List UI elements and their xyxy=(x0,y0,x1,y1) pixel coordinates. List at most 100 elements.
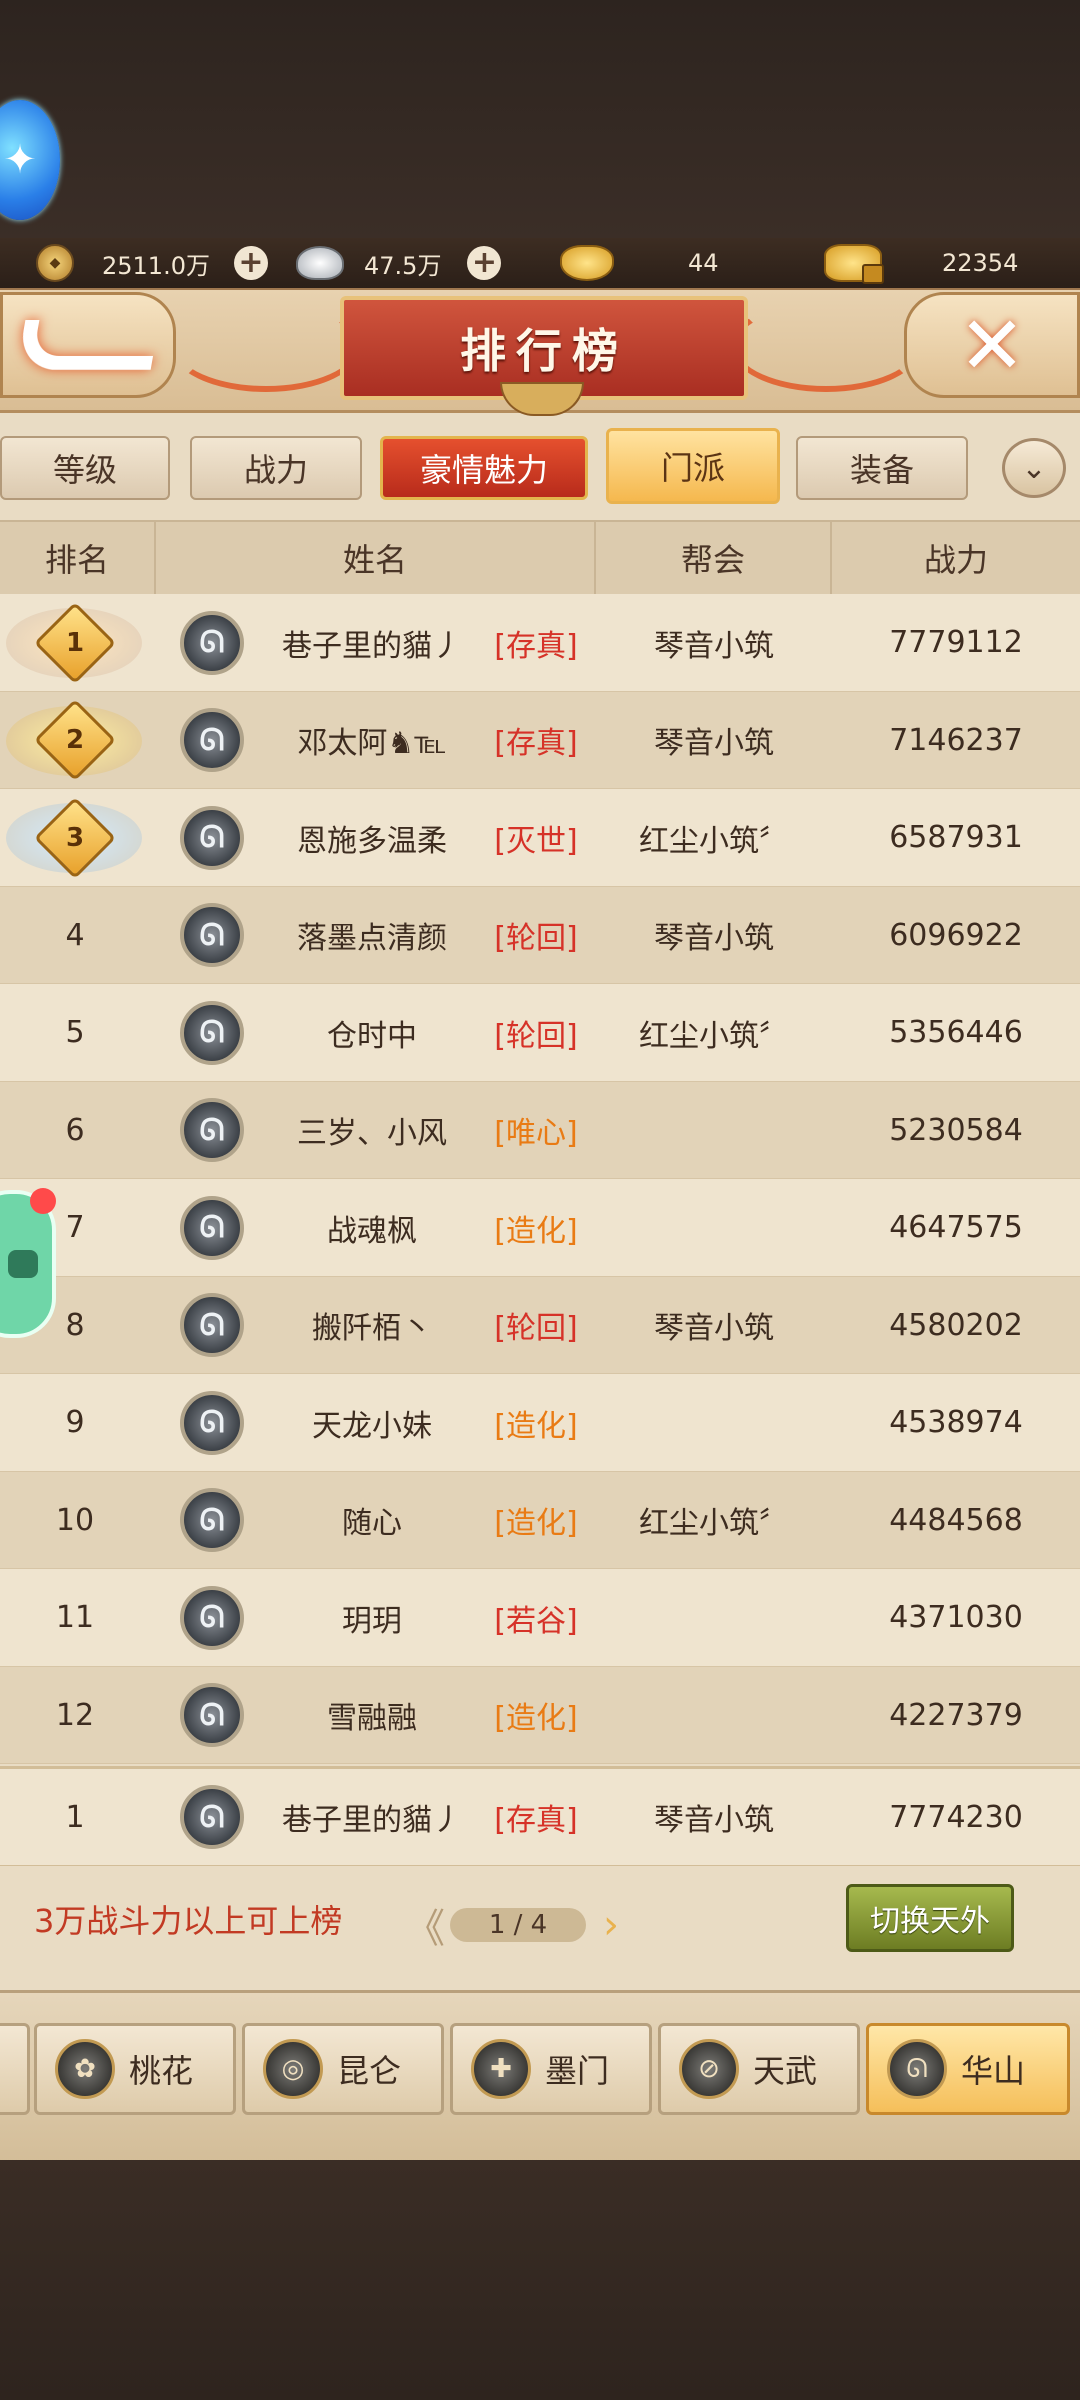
table-row[interactable]: 10 ᘏ 随心 [造化] 红尘小筑〞 4484568 xyxy=(0,1471,1080,1569)
copper-amount: 2511.0万 xyxy=(102,251,210,280)
guild-name: 红尘小筑〞 xyxy=(639,823,789,859)
sect-label: 昆仑 xyxy=(337,2052,402,2090)
guild-name xyxy=(600,1179,828,1276)
rank-number: 6 xyxy=(65,1112,85,1148)
rank-badge-icon: 2 xyxy=(33,698,117,782)
tab-power[interactable]: 战力 xyxy=(190,436,362,500)
avatar-cell: ᘏ xyxy=(176,789,248,886)
rank-number: 12 xyxy=(55,1697,95,1733)
faction-tag: [造化] xyxy=(494,1506,578,1541)
next-page-button[interactable]: › xyxy=(586,1902,636,1948)
bound-gold-amount: 22354 xyxy=(942,249,1019,277)
prev-page-button[interactable]: 《 xyxy=(400,1896,450,1954)
table-row[interactable]: 5 ᘏ 仓时中 [轮回] 红尘小筑〞 5356446 xyxy=(0,984,1080,1082)
tab-charm[interactable]: 豪情魅力 xyxy=(380,436,588,500)
add-silver-button[interactable]: + xyxy=(467,246,502,280)
player-name: 随心 xyxy=(342,1506,402,1541)
decorative-swirl xyxy=(170,300,362,392)
back-button[interactable] xyxy=(0,292,176,398)
my-rank-row[interactable]: 1 ᘏ 巷子里的貓丿 [存真] 琴音小筑 7774230 xyxy=(0,1766,1080,1867)
table-row[interactable]: 8 ᘏ 搬阡栢丶 [轮回] 琴音小筑 4580202 xyxy=(0,1276,1080,1374)
faction-tag: [轮回] xyxy=(494,1018,578,1054)
sect-label: 桃花 xyxy=(129,2052,194,2090)
faction-tag: [造化] xyxy=(494,1701,578,1736)
tab-equipment[interactable]: 装备 xyxy=(796,436,968,500)
power-value: 6096922 xyxy=(889,917,1023,953)
table-row[interactable]: 4 ᘏ 落墨点清颜 [轮回] 琴音小筑 6096922 xyxy=(0,886,1080,984)
copper-coin-icon: ◆ xyxy=(36,244,74,282)
rank-number: 1 xyxy=(65,1799,85,1835)
guild-name xyxy=(600,1374,828,1471)
guild-name xyxy=(600,1082,828,1179)
table-row[interactable]: 6 ᘏ 三岁、小风 [唯心] 5230584 xyxy=(0,1081,1080,1179)
rank-number: 9 xyxy=(65,1405,85,1440)
table-row[interactable]: 3 ᘏ 恩施多温柔 [灭世] 红尘小筑〞 6587931 xyxy=(0,789,1080,887)
table-row[interactable]: 12 ᘏ 雪融融 [造化] 4227379 xyxy=(0,1666,1080,1764)
close-button[interactable]: ✕ xyxy=(904,292,1080,398)
notification-dot xyxy=(30,1188,56,1214)
sect-label: 天武 xyxy=(753,2052,818,2090)
sect-label: 华山 xyxy=(961,2052,1026,2090)
rank-number: 1 xyxy=(65,627,85,658)
sect-item-momen[interactable]: ✚ 墨门 xyxy=(450,2023,652,2115)
table-row[interactable]: 7 ᘏ 战魂枫 [造化] 4647575 xyxy=(0,1179,1080,1277)
silver-amount: 47.5万 xyxy=(364,251,442,280)
rank-number: 2 xyxy=(65,725,85,755)
power-value: 7779112 xyxy=(889,625,1023,660)
guild-name xyxy=(600,1569,828,1666)
power-value: 5356446 xyxy=(889,1015,1023,1050)
avatar-cell: ᘏ xyxy=(176,1769,248,1865)
faction-tag: [造化] xyxy=(494,1408,578,1444)
sect-item-tianwu[interactable]: ⊘ 天武 xyxy=(658,2023,860,2115)
player-name: 巷子里的貓丿 xyxy=(282,628,462,664)
player-name: 仓时中 xyxy=(327,1018,417,1054)
guild-name: 琴音小筑 xyxy=(654,1311,774,1346)
silver-ingot-icon xyxy=(296,246,344,280)
faction-tag: [存真] xyxy=(494,1803,578,1838)
table-row[interactable]: 2 ᘏ 邓太阿♞℡ [存真] 琴音小筑 7146237 xyxy=(0,691,1080,789)
player-name: 邓太阿♞℡ xyxy=(297,726,447,761)
ranking-tabs: 等级 战力 豪情魅力 门派 装备 ⌄ xyxy=(0,428,1080,505)
huashan-avatar-icon: ᘏ xyxy=(180,805,244,870)
avatar-cell: ᘏ xyxy=(176,1277,248,1374)
more-tabs-button[interactable]: ⌄ xyxy=(1002,438,1066,498)
huashan-avatar-icon: ᘏ xyxy=(180,1195,244,1260)
copper-display: ◆ 2511.0万 + xyxy=(36,238,268,288)
rank-number: 11 xyxy=(55,1600,95,1635)
sect-item-taohua[interactable]: ✿ 桃花 xyxy=(34,2023,236,2115)
power-value: 4227379 xyxy=(889,1697,1023,1733)
player-name: 战魂枫 xyxy=(327,1213,417,1249)
decorative-swirl xyxy=(730,300,922,392)
player-name: 搬阡栢丶 xyxy=(312,1311,432,1346)
bound-gold-display: 22354 xyxy=(824,238,1018,288)
bottom-background xyxy=(0,2160,1080,2400)
rank-number: 3 xyxy=(65,822,85,853)
table-row[interactable]: 11 ᘏ 玥玥 [若谷] 4371030 xyxy=(0,1569,1080,1667)
player-name: 巷子里的貓丿 xyxy=(282,1803,462,1838)
huashan-avatar-icon: ᘏ xyxy=(180,1488,244,1552)
table-row[interactable]: 9 ᘏ 天龙小妹 [造化] 4538974 xyxy=(0,1374,1080,1472)
helper-face-icon xyxy=(8,1250,38,1278)
gold-display: 44 xyxy=(560,238,719,288)
taohua-sect-icon: ✿ xyxy=(55,2039,115,2099)
faction-tag: [轮回] xyxy=(494,1311,578,1346)
floating-helper-icon[interactable] xyxy=(0,1188,56,1338)
sect-item-partial[interactable] xyxy=(0,2023,30,2115)
power-value: 4580202 xyxy=(889,1307,1023,1343)
faction-tag: [灭世] xyxy=(494,823,578,859)
tab-sect[interactable]: 门派 xyxy=(606,428,780,504)
rank-number: 10 xyxy=(55,1502,95,1538)
gold-ingot-icon xyxy=(560,245,614,281)
switch-realm-button[interactable]: 切换天外 xyxy=(846,1884,1014,1952)
tab-level[interactable]: 等级 xyxy=(0,436,170,500)
rank-number: 4 xyxy=(65,917,85,953)
sect-item-huashan[interactable]: ᘏ 华山 xyxy=(866,2023,1070,2115)
avatar-cell: ᘏ xyxy=(176,1667,248,1764)
kunlun-sect-icon: ◎ xyxy=(263,2039,323,2099)
power-value: 5230584 xyxy=(889,1112,1023,1148)
sect-item-kunlun[interactable]: ◎ 昆仑 xyxy=(242,2023,444,2115)
table-row[interactable]: 1 ᘏ 巷子里的貓丿 [存真] 琴音小筑 7779112 xyxy=(0,594,1080,692)
power-value: 6587931 xyxy=(889,820,1023,855)
requirement-text: 3万战斗力以上可上榜 xyxy=(34,1902,343,1940)
add-copper-button[interactable]: + xyxy=(233,246,268,280)
